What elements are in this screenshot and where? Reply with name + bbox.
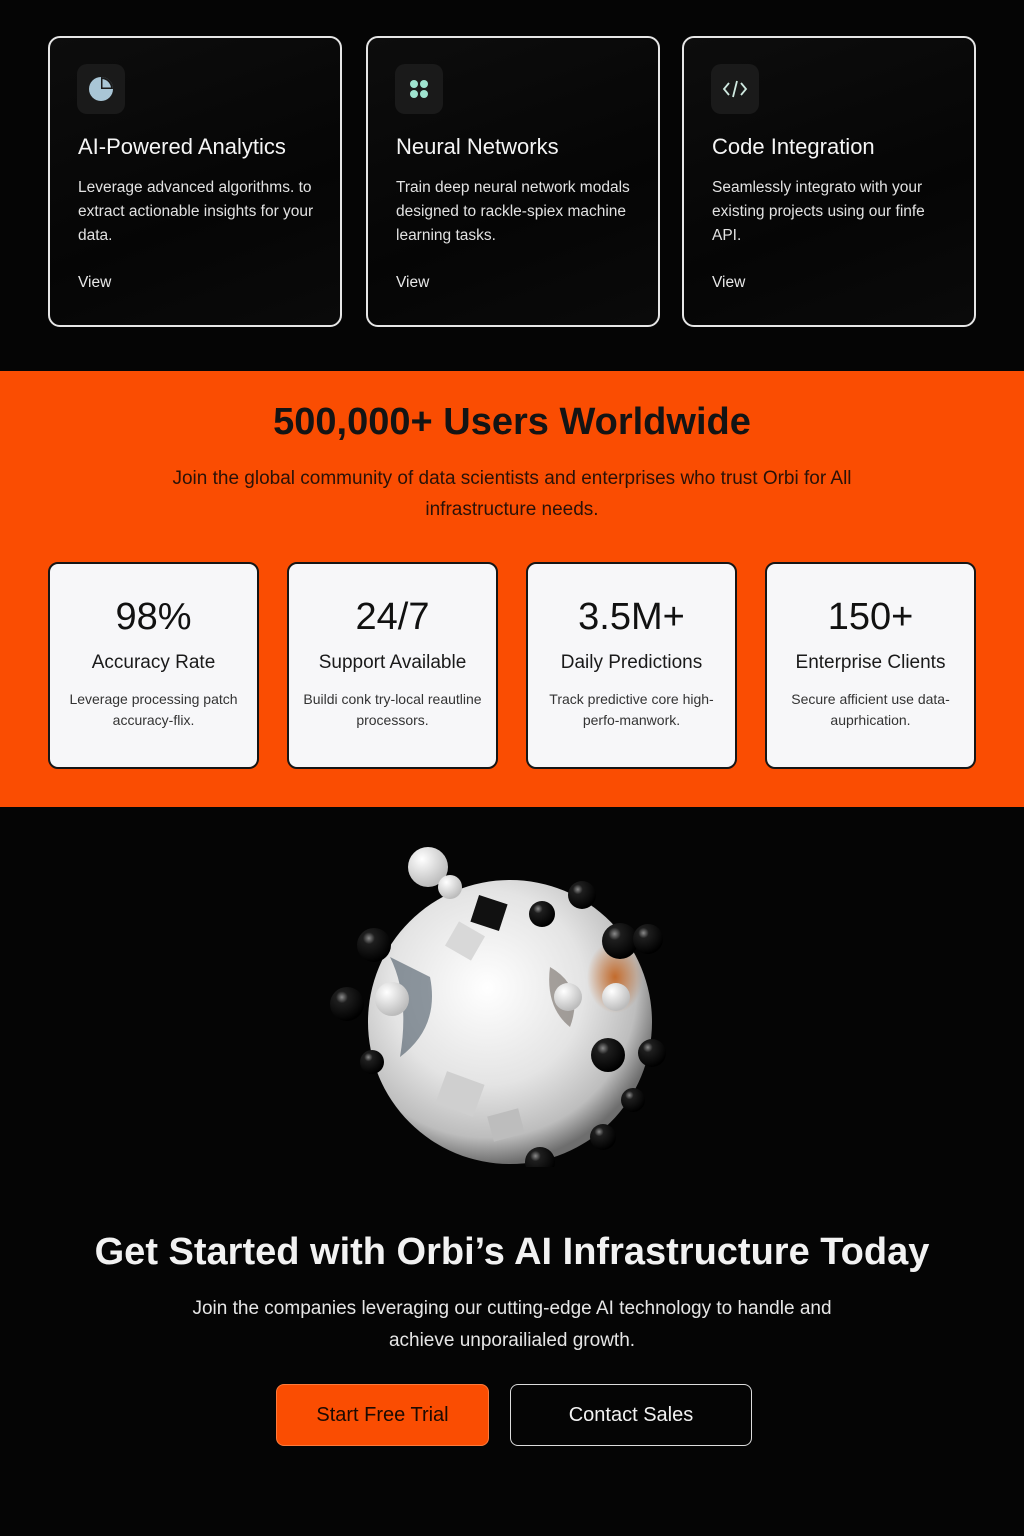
- feature-description: Leverage advanced algorithms. to extract…: [78, 179, 314, 244]
- code-icon: [711, 64, 759, 114]
- stat-card: 3.5M+ Daily Predictions Track predictive…: [526, 562, 737, 769]
- stat-value: 150+: [827, 596, 914, 638]
- stat-label: Enterprise Clients: [795, 652, 946, 673]
- stats-subtitle: Join the global community of data scient…: [172, 468, 852, 520]
- stat-description: Leverage processing patch accuracy-flix.: [69, 691, 238, 728]
- feature-view-link[interactable]: View: [712, 274, 745, 292]
- stat-description: Secure afficient use data-auprhication.: [791, 691, 950, 728]
- start-free-trial-button[interactable]: Start Free Trial: [276, 1384, 489, 1446]
- contact-sales-button[interactable]: Contact Sales: [510, 1384, 752, 1446]
- grid-dots-icon: [395, 64, 443, 114]
- stat-label: Support Available: [318, 652, 467, 673]
- feature-description: Seamlessly integrato with your existing …: [712, 179, 925, 244]
- feature-title: Neural Networks: [396, 134, 559, 159]
- feature-card-analytics[interactable]: AI-Powered Analytics Leverage advanced a…: [48, 36, 342, 327]
- feature-card-neural-networks[interactable]: Neural Networks Train deep neural networ…: [366, 36, 660, 327]
- stat-value: 3.5M+: [578, 596, 685, 638]
- stat-card: 150+ Enterprise Clients Secure afficient…: [765, 562, 976, 769]
- stat-card: 98% Accuracy Rate Leverage processing pa…: [48, 562, 259, 769]
- stats-title: 500,000+ Users Worldwide: [273, 401, 751, 443]
- hero-sphere-illustration: [320, 837, 680, 1177]
- stat-card: 24/7 Support Available Buildi conk try-l…: [287, 562, 498, 769]
- stat-value: 98%: [115, 596, 192, 638]
- stat-label: Daily Predictions: [560, 652, 703, 673]
- features-section: AI-Powered Analytics Leverage advanced a…: [0, 0, 1024, 371]
- feature-title: AI-Powered Analytics: [78, 134, 286, 159]
- pie-chart-icon: [77, 64, 125, 114]
- stat-description: Buildi conk try-local reautline processo…: [303, 691, 482, 728]
- stat-description: Track predictive core high-perfo-manwork…: [549, 691, 714, 728]
- stats-section: 500,000+ Users Worldwide Join the global…: [0, 371, 1024, 807]
- feature-title: Code Integration: [712, 134, 875, 159]
- cta-subtitle: Join the companies leveraging our cuttin…: [192, 1298, 832, 1351]
- cta-title: Get Started with Orbi’s AI Infrastructur…: [94, 1231, 930, 1273]
- feature-view-link[interactable]: View: [78, 274, 111, 292]
- feature-card-code-integration[interactable]: Code Integration Seamlessly integrato wi…: [682, 36, 976, 327]
- stat-value: 24/7: [355, 596, 430, 638]
- feature-description: Train deep neural network modals designe…: [396, 179, 630, 244]
- stat-label: Accuracy Rate: [91, 652, 216, 673]
- cta-section: Get Started with Orbi’s AI Infrastructur…: [0, 807, 1024, 1536]
- feature-view-link[interactable]: View: [396, 274, 429, 292]
